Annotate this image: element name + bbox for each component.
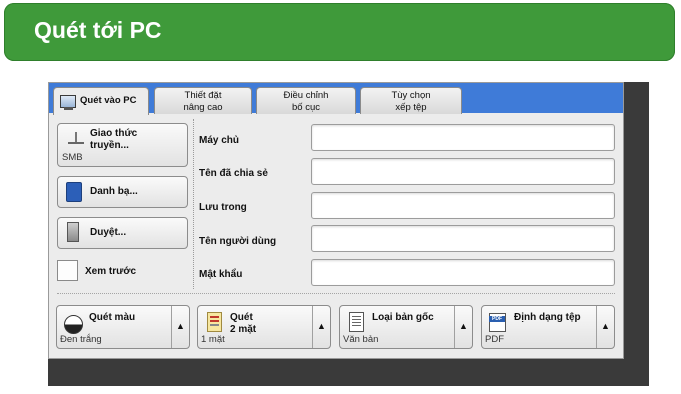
- color-mode-icon: [64, 315, 83, 334]
- original-type-button[interactable]: Loại bản gốc Văn bản ▲: [339, 305, 473, 349]
- network-icon: [68, 132, 84, 144]
- color-scanning-button[interactable]: Quét màu Đen trắng ▲: [56, 305, 190, 349]
- color-scanning-value: Đen trắng: [60, 334, 102, 345]
- color-scanning-label: Quét màu: [89, 312, 136, 323]
- password-label: Mật khẩu: [199, 269, 243, 280]
- file-format-label: Định dạng tệp: [514, 312, 581, 323]
- tab-label-line2: nâng cao: [183, 102, 223, 113]
- tab-scan-to-pc[interactable]: Quét vào PC: [53, 87, 149, 115]
- chevron-up-icon[interactable]: ▲: [171, 306, 189, 348]
- tab-advanced-settings[interactable]: Thiết đặt nâng cao: [154, 87, 252, 114]
- address-book-icon: [66, 182, 82, 202]
- duplex-label-line2: 2 mặt: [230, 324, 257, 335]
- computer-icon: [60, 95, 76, 110]
- transfer-protocol-button[interactable]: Giao thức truyền... SMB: [57, 123, 188, 167]
- pdf-icon: [489, 313, 506, 332]
- server-icon: [67, 222, 79, 242]
- protocol-value: SMB: [62, 152, 83, 163]
- column-divider: [193, 119, 194, 289]
- tab-label-line2: bố cục: [292, 102, 320, 113]
- browse-label: Duyệt...: [90, 227, 127, 238]
- file-format-value: PDF: [485, 334, 504, 345]
- tab-label-line1: Điều chỉnh: [283, 90, 329, 101]
- scan-to-pc-panel: Quét vào PC Thiết đặt nâng cao Điều chỉn…: [48, 82, 624, 359]
- server-label: Máy chủ: [199, 135, 240, 146]
- title-banner: Quét tới PC: [4, 3, 675, 61]
- chevron-up-icon[interactable]: ▲: [596, 306, 614, 348]
- original-type-label: Loại bản gốc: [372, 312, 434, 323]
- preview-checkbox[interactable]: [57, 260, 78, 281]
- address-book-label: Danh bạ...: [90, 186, 138, 197]
- tab-label-line1: Tùy chọn: [391, 90, 431, 101]
- duplex-icon: [207, 312, 222, 332]
- protocol-label-line1: Giao thức: [90, 128, 138, 139]
- original-type-value: Văn bản: [343, 334, 379, 345]
- page-title: Quét tới PC: [34, 17, 162, 43]
- save-in-field[interactable]: [311, 192, 615, 219]
- section-divider: [57, 293, 615, 294]
- tab-filing-options[interactable]: Tùy chọn xếp tệp: [360, 87, 462, 114]
- preview-label: Xem trước: [85, 266, 137, 277]
- tab-layout-adjustment[interactable]: Điều chỉnh bố cục: [256, 87, 356, 114]
- document-icon: [349, 312, 364, 332]
- chevron-up-icon[interactable]: ▲: [312, 306, 330, 348]
- shared-name-label: Tên đã chia sẻ: [199, 168, 268, 179]
- shared-name-field[interactable]: [311, 158, 615, 185]
- username-label: Tên người dùng: [199, 236, 277, 247]
- address-book-button[interactable]: Danh bạ...: [57, 176, 188, 208]
- tab-label-line2: xếp tệp: [395, 102, 427, 113]
- duplex-label-line1: Quét: [230, 312, 253, 323]
- username-field[interactable]: [311, 225, 615, 252]
- chevron-up-icon[interactable]: ▲: [454, 306, 472, 348]
- password-field[interactable]: [311, 259, 615, 286]
- duplex-scanning-button[interactable]: Quét 2 mặt 1 mặt ▲: [197, 305, 331, 349]
- save-in-label: Lưu trong: [199, 202, 247, 213]
- browse-button[interactable]: Duyệt...: [57, 217, 188, 249]
- protocol-label-line2: truyền...: [90, 140, 129, 151]
- tab-strip: Quét vào PC Thiết đặt nâng cao Điều chỉn…: [49, 83, 623, 115]
- duplex-value: 1 mặt: [201, 334, 225, 345]
- file-format-button[interactable]: Định dạng tệp PDF ▲: [481, 305, 615, 349]
- tab-label: Quét vào PC: [80, 95, 137, 106]
- server-field[interactable]: [311, 124, 615, 151]
- tab-label-line1: Thiết đặt: [184, 90, 222, 101]
